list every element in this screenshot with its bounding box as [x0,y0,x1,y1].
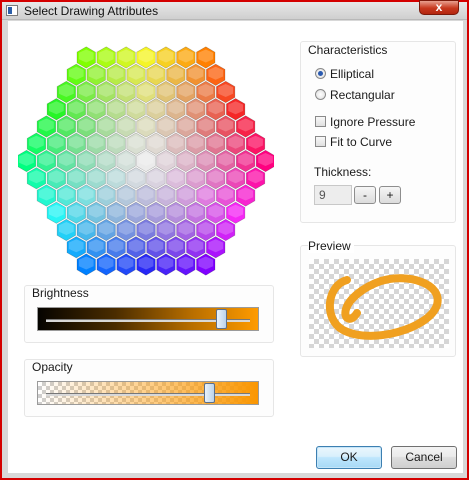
brightness-slider[interactable] [37,307,259,331]
cancel-button[interactable]: Cancel [391,446,457,469]
title-bar[interactable]: Select Drawing Attributes x [2,0,467,20]
dialog-content: Brightness Opacity Characteristics Ellip… [8,21,463,473]
dialog-window: Select Drawing Attributes x Brightness O… [0,0,469,480]
thickness-increase-button[interactable]: + [379,186,401,204]
preview-stroke [325,274,442,340]
thickness-label: Thickness: [314,165,372,179]
brightness-thumb[interactable] [216,309,227,329]
color-palette[interactable] [18,37,274,289]
fit-to-curve-checkbox[interactable] [315,136,326,147]
opacity-rail [46,393,250,396]
close-button[interactable]: x [419,0,459,15]
app-icon [6,5,18,16]
opacity-thumb[interactable] [204,383,215,403]
preview-canvas [309,259,449,348]
window-title: Select Drawing Attributes [24,4,159,18]
elliptical-label[interactable]: Elliptical [330,67,374,81]
opacity-slider[interactable] [37,381,259,405]
brightness-label: Brightness [32,286,89,300]
ignore-pressure-checkbox[interactable] [315,116,326,127]
ignore-pressure-label[interactable]: Ignore Pressure [330,115,415,129]
rectangular-label[interactable]: Rectangular [330,88,395,102]
characteristics-label: Characteristics [308,43,388,57]
fit-to-curve-label[interactable]: Fit to Curve [330,135,392,149]
elliptical-radio[interactable] [315,68,326,79]
opacity-label: Opacity [32,360,73,374]
thickness-decrease-button[interactable]: - [354,186,376,204]
preview-label: Preview [308,239,354,253]
ok-button[interactable]: OK [316,446,382,469]
thickness-input[interactable]: 9 [314,185,352,205]
rectangular-radio[interactable] [315,89,326,100]
